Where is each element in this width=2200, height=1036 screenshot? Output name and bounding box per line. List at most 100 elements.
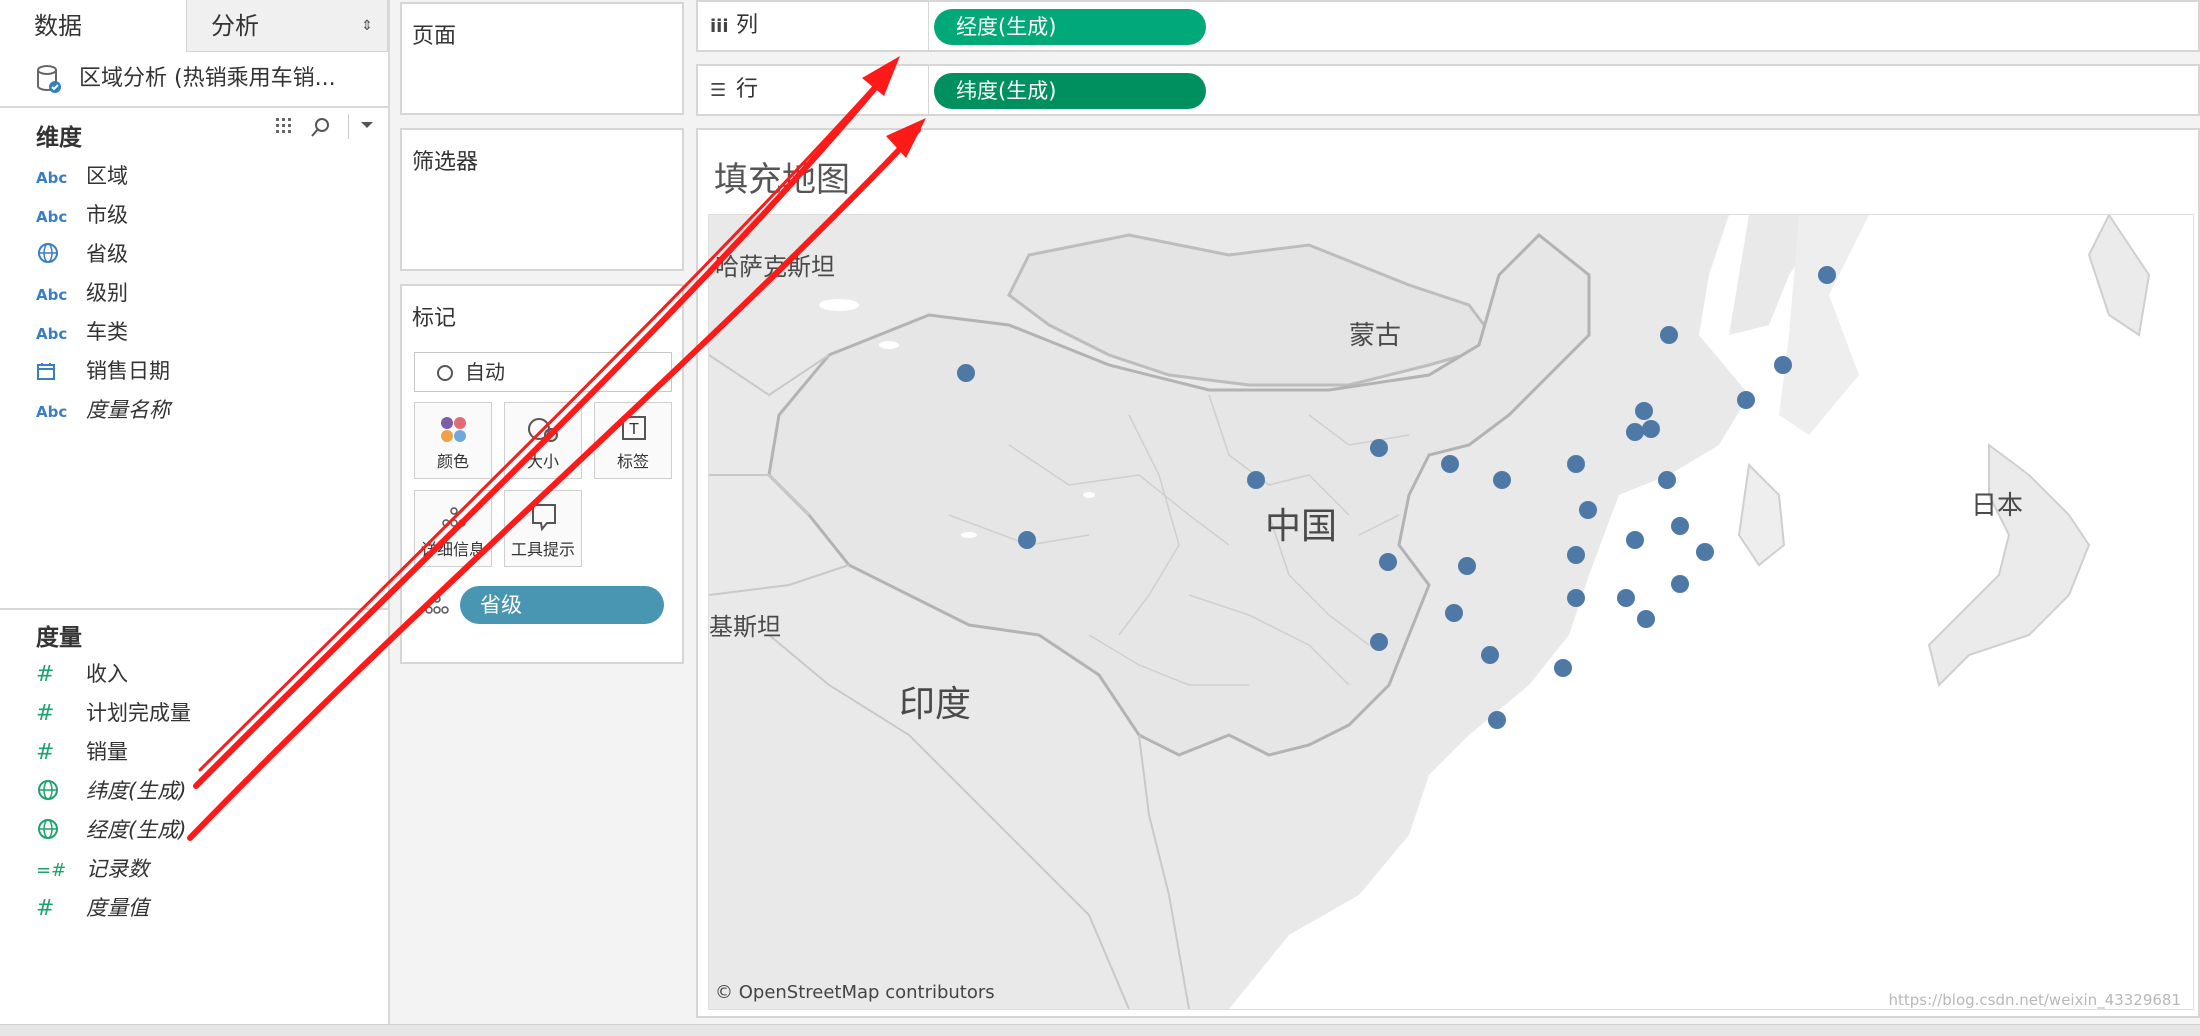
province-mark[interactable]: [1379, 553, 1397, 571]
datasource-item[interactable]: 区域分析 (热销乘用车销...: [36, 58, 336, 100]
province-mark[interactable]: [1626, 423, 1644, 441]
province-mark[interactable]: [1637, 610, 1655, 628]
dimension-field-level[interactable]: Abc 级别: [36, 275, 128, 311]
color-button[interactable]: 颜色: [414, 402, 492, 479]
color-icon: [441, 417, 466, 442]
measure-field-measure-values[interactable]: # 度量值: [36, 890, 149, 926]
province-mark[interactable]: [957, 364, 975, 382]
detail-label: 详细信息: [420, 540, 485, 559]
measures-title: 度量: [36, 625, 82, 651]
datasource-name: 区域分析 (热销乘用车销...: [79, 66, 336, 91]
province-mark[interactable]: [1660, 326, 1678, 344]
measure-field-longitude[interactable]: 经度(生成): [36, 812, 186, 848]
tab-data[interactable]: 数据: [0, 0, 185, 52]
province-mark[interactable]: [1818, 266, 1836, 284]
province-mark[interactable]: [1658, 471, 1676, 489]
globe-icon: [36, 813, 86, 849]
field-label: 销售日期: [86, 359, 170, 383]
pane-tabs: 数据 分析 ⇕: [0, 0, 388, 53]
rows-icon: ☰: [710, 80, 727, 101]
filters-title: 筛选器: [412, 150, 479, 175]
field-label: 区域: [86, 164, 128, 188]
dimension-field-region[interactable]: Abc 区域: [36, 158, 128, 194]
abc-type-icon: Abc: [36, 325, 68, 343]
worksheet-view: 填充地图 哈萨克斯坦 蒙古 中国 日本 基斯坦 印度 © OpenStreetM…: [696, 128, 2200, 1018]
measure-field-plan-completion[interactable]: # 计划完成量: [36, 695, 191, 731]
number-type-icon: #: [36, 701, 55, 726]
marks-card: 标记 自动 颜色 大小 T 标签 详细信息 工具提示 省级: [400, 284, 684, 664]
globe-icon: [36, 237, 86, 273]
dimension-field-car-type[interactable]: Abc 车类: [36, 314, 128, 350]
field-label: 记录数: [86, 857, 149, 881]
chevron-down-icon[interactable]: [348, 114, 375, 139]
province-mark[interactable]: [1493, 471, 1511, 489]
dimension-field-sale-date[interactable]: 销售日期: [36, 353, 170, 389]
detail-button[interactable]: 详细信息: [414, 490, 492, 567]
chevron-updown-icon[interactable]: ⇕: [361, 0, 373, 52]
color-label: 颜色: [436, 452, 469, 471]
dimension-field-measure-names[interactable]: Abc 度量名称: [36, 392, 170, 428]
columns-shelf-label: iii 列: [710, 2, 758, 50]
longitude-pill[interactable]: 经度(生成): [934, 9, 1206, 45]
field-label: 纬度(生成): [86, 779, 187, 803]
province-mark[interactable]: [1567, 589, 1585, 607]
datasource-icon: [37, 65, 61, 93]
circle-icon: [437, 365, 453, 381]
province-mark[interactable]: [1018, 531, 1036, 549]
province-mark[interactable]: [1642, 420, 1660, 438]
province-mark[interactable]: [1671, 517, 1689, 535]
province-mark[interactable]: [1567, 546, 1585, 564]
watermark: https://blog.csdn.net/weixin_43329681: [1888, 991, 2181, 1009]
calendar-icon: [36, 355, 86, 391]
abc-type-icon: Abc: [36, 403, 68, 421]
province-mark[interactable]: [1458, 557, 1476, 575]
measure-field-revenue[interactable]: # 收入: [36, 656, 128, 692]
measure-field-sales[interactable]: # 销量: [36, 734, 128, 770]
province-mark[interactable]: [1481, 646, 1499, 664]
field-label: 计划完成量: [86, 701, 191, 725]
view-list-icon[interactable]: [274, 116, 298, 141]
province-mark[interactable]: [1488, 711, 1506, 729]
province-mark[interactable]: [1617, 589, 1635, 607]
measure-field-latitude[interactable]: 纬度(生成): [36, 773, 186, 809]
province-mark[interactable]: [1737, 391, 1755, 409]
rows-shelf[interactable]: ☰ 行 纬度(生成): [696, 64, 2200, 116]
data-pane: 数据 分析 ⇕ 区域分析 (热销乘用车销... 维度 Abc 区域 Abc 市级 省…: [0, 0, 390, 1035]
filters-card[interactable]: 筛选器: [400, 128, 684, 271]
columns-label: 列: [736, 13, 759, 38]
dimension-field-city[interactable]: Abc 市级: [36, 197, 128, 233]
province-mark[interactable]: [1441, 455, 1459, 473]
province-mark[interactable]: [1635, 402, 1653, 420]
map-attribution[interactable]: © OpenStreetMap contributors: [715, 982, 995, 1003]
province-mark[interactable]: [1370, 439, 1388, 457]
province-mark[interactable]: [1247, 471, 1265, 489]
size-button[interactable]: 大小: [504, 402, 582, 479]
field-label: 车类: [86, 320, 128, 344]
province-mark[interactable]: [1696, 543, 1714, 561]
province-mark[interactable]: [1370, 633, 1388, 651]
field-label: 度量名称: [86, 398, 170, 422]
province-mark[interactable]: [1554, 659, 1572, 677]
province-detail-pill[interactable]: 省级: [460, 586, 664, 624]
province-mark[interactable]: [1774, 356, 1792, 374]
label-button[interactable]: T 标签: [594, 402, 672, 479]
rows-label: 行: [736, 77, 759, 102]
mark-type-dropdown[interactable]: 自动: [414, 352, 672, 392]
province-mark[interactable]: [1567, 455, 1585, 473]
tab-analysis-label: 分析: [211, 12, 259, 40]
latitude-pill[interactable]: 纬度(生成): [934, 73, 1206, 109]
province-mark[interactable]: [1445, 604, 1463, 622]
province-mark[interactable]: [1626, 531, 1644, 549]
columns-shelf[interactable]: iii 列 经度(生成): [696, 0, 2200, 52]
field-label: 级别: [86, 281, 128, 305]
tab-analysis[interactable]: 分析 ⇕: [186, 0, 388, 52]
search-icon[interactable]: [310, 116, 332, 143]
province-mark[interactable]: [1579, 501, 1597, 519]
map[interactable]: 哈萨克斯坦 蒙古 中国 日本 基斯坦 印度 © OpenStreetMap co…: [708, 214, 2194, 1010]
tooltip-button[interactable]: 工具提示: [504, 490, 582, 567]
view-title[interactable]: 填充地图: [714, 152, 850, 201]
dimension-field-province[interactable]: 省级: [36, 236, 128, 272]
pages-card[interactable]: 页面: [400, 2, 684, 115]
measure-field-record-count[interactable]: =# 记录数: [36, 851, 149, 887]
province-mark[interactable]: [1671, 575, 1689, 593]
